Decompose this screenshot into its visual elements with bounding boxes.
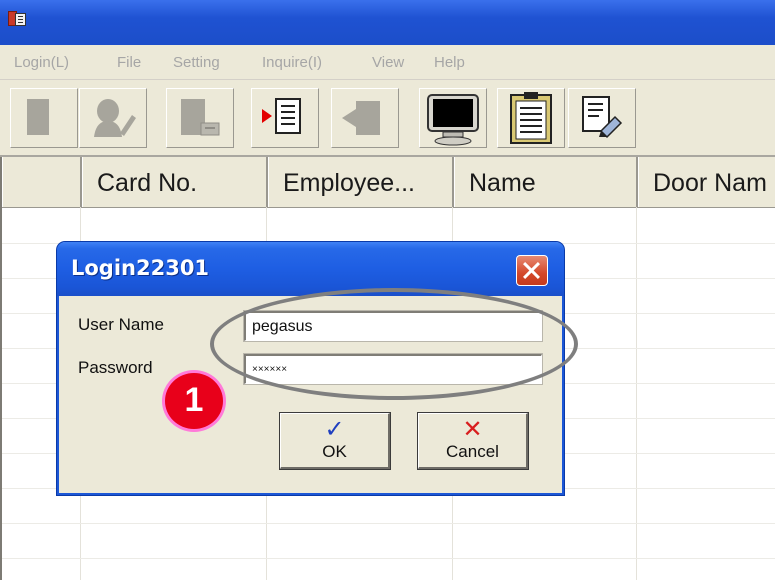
menu-setting[interactable]: Setting — [173, 54, 220, 71]
column-header-employee[interactable]: Employee... — [268, 157, 454, 207]
menu-view[interactable]: View — [372, 54, 404, 71]
column-header-selector[interactable] — [2, 157, 82, 207]
menu-bar: Login(L) File Setting Inquire(I) View He… — [0, 45, 775, 80]
username-label: User Name — [78, 315, 164, 334]
toolbar-button-monitor[interactable] — [419, 88, 487, 148]
ok-button[interactable]: ✓ OK — [279, 412, 391, 470]
cancel-button-label: Cancel — [446, 442, 499, 461]
document-edit-icon — [582, 96, 623, 139]
cancel-button[interactable]: ✕ Cancel — [417, 412, 529, 470]
menu-file[interactable]: File — [117, 54, 141, 71]
login-dialog-title-bar[interactable]: Login22301 — [57, 242, 564, 296]
cancel-x-icon: ✕ — [462, 415, 483, 443]
toolbar-button-door[interactable] — [331, 88, 399, 148]
close-icon[interactable] — [516, 255, 548, 286]
toolbar-button-clipboard[interactable] — [497, 88, 565, 148]
blank-disabled-icon — [27, 99, 49, 135]
grid-divider — [2, 558, 775, 559]
column-header-name[interactable]: Name — [454, 157, 638, 207]
login-dialog-title: Login22301 — [71, 256, 210, 280]
toolbar-button-user[interactable] — [79, 88, 147, 148]
door-disabled-icon — [342, 101, 380, 135]
monitor-icon — [427, 94, 479, 146]
menu-inquire[interactable]: Inquire(I) — [262, 54, 322, 71]
clipboard-icon — [510, 92, 552, 144]
export-document-icon — [262, 98, 301, 134]
toolbar-button-edit-doc[interactable] — [568, 88, 636, 148]
password-label: Password — [78, 358, 153, 377]
step-number-badge: 1 — [162, 370, 226, 432]
grid-divider — [2, 523, 775, 524]
toolbar-button-blank[interactable] — [10, 88, 78, 148]
grid-header: Card No. Employee... Name Door Nam — [2, 157, 775, 208]
toolbar — [0, 80, 775, 157]
column-header-door-name[interactable]: Door Nam — [638, 157, 775, 207]
column-header-card-no[interactable]: Card No. — [82, 157, 268, 207]
menu-help[interactable]: Help — [434, 54, 465, 71]
app-icon[interactable] — [8, 10, 26, 26]
highlight-ellipse — [210, 288, 578, 400]
grid-divider — [636, 207, 637, 580]
user-edit-icon — [94, 99, 136, 137]
toolbar-button-card[interactable] — [166, 88, 234, 148]
checkmark-icon: ✓ — [324, 415, 345, 443]
ok-button-label: OK — [322, 442, 347, 461]
card-print-icon — [181, 99, 220, 136]
window-title-bar[interactable] — [0, 0, 775, 45]
toolbar-button-export[interactable] — [251, 88, 319, 148]
menu-login[interactable]: Login(L) — [14, 54, 69, 71]
